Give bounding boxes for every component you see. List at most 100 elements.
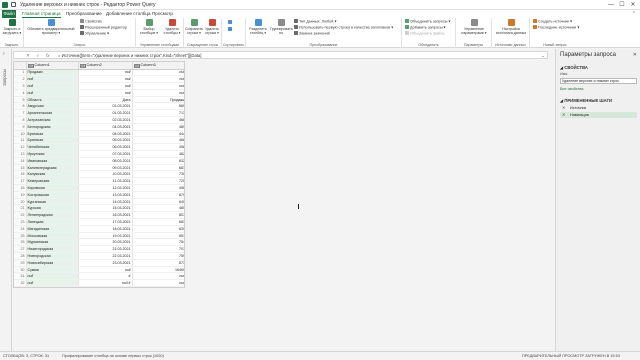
- cell-column3[interactable]: 707: [132, 245, 184, 254]
- query-name-input[interactable]: Удаление верхних и нижних строк: [560, 78, 637, 84]
- table-row[interactable]: 18 Кировская 12.03.2021 498: [14, 184, 184, 192]
- cell-column1[interactable]: Нижегородская: [26, 245, 79, 254]
- cell-column3[interactable]: null: [132, 69, 184, 77]
- cell-column1[interactable]: null: [26, 89, 79, 97]
- advanced-editor-button[interactable]: Расширенный редактор: [80, 25, 127, 30]
- cell-column1[interactable]: Курская: [26, 204, 79, 213]
- row-number[interactable]: 25: [14, 232, 27, 240]
- maximize-button[interactable]: ☐: [617, 1, 627, 9]
- table-corner[interactable]: [14, 62, 27, 70]
- cell-column1[interactable]: Новосибирская: [26, 259, 79, 267]
- cell-column2[interactable]: Дата: [78, 96, 133, 104]
- cell-column3[interactable]: 832: [132, 157, 184, 165]
- table-row[interactable]: 19 Костромская 13.03.2021 679: [14, 191, 184, 199]
- row-number[interactable]: 20: [14, 198, 27, 206]
- manage-parameters-button[interactable]: Управление параметрами ▾: [458, 19, 490, 35]
- table-row[interactable]: 15 Калининградская 09.03.2021 681: [14, 164, 184, 172]
- expand-formula-icon[interactable]: ⌄: [541, 53, 545, 59]
- cell-column2[interactable]: #: [78, 272, 133, 281]
- cell-column1[interactable]: null: [26, 272, 79, 281]
- delete-step-icon[interactable]: ✕: [562, 112, 565, 118]
- cell-column1[interactable]: Новгородская: [26, 252, 79, 260]
- cell-column2[interactable]: 22.03.2021: [78, 252, 133, 260]
- sort-descending-button[interactable]: [228, 27, 233, 32]
- row-number[interactable]: 6: [14, 102, 27, 111]
- split-column-button[interactable]: Разделить столбец ▾: [247, 19, 269, 35]
- table-row[interactable]: 3 null null null: [14, 82, 184, 90]
- column-header-1[interactable]: ABCColumn1: [26, 62, 79, 70]
- cell-column2[interactable]: 20.03.2021: [78, 238, 133, 247]
- formula-text[interactable]: = Источник{[Item="Удаление верхних и ниж…: [58, 53, 201, 58]
- row-number[interactable]: 5: [14, 96, 27, 104]
- delete-step-icon[interactable]: ✕: [562, 105, 565, 111]
- table-row[interactable]: 9 Белгородская 04.03.2021 489: [14, 123, 184, 131]
- cell-column1[interactable]: Амурская: [26, 102, 79, 111]
- step-source[interactable]: ✕ Источник: [560, 105, 637, 111]
- cell-column3[interactable]: 873: [132, 259, 184, 267]
- cell-column3[interactable]: 739: [132, 170, 184, 179]
- table-row[interactable]: 32 null null # null: [14, 279, 184, 287]
- cell-column2[interactable]: 19.03.2021: [78, 232, 133, 240]
- table-row[interactable]: 14 Ивановская 08.03.2021 832: [14, 157, 184, 165]
- cell-column2[interactable]: 05.03.2021: [78, 136, 133, 145]
- cell-column2[interactable]: null: [78, 82, 133, 90]
- cell-column3[interactable]: 669: [132, 102, 184, 111]
- row-number[interactable]: 16: [14, 170, 27, 179]
- manage-button[interactable]: Управление ▾: [80, 31, 109, 36]
- combine-files-button[interactable]: Объединить файлы: [405, 31, 445, 36]
- row-number[interactable]: 3: [14, 82, 27, 90]
- new-source-button[interactable]: Создать источник ▾: [533, 19, 572, 24]
- cell-column1[interactable]: Кировская: [26, 184, 79, 192]
- table-row[interactable]: 1 Продажи null null: [14, 69, 184, 77]
- cell-column1[interactable]: Астраханская: [26, 116, 79, 124]
- cell-column1[interactable]: Архангельская: [26, 109, 79, 118]
- table-row[interactable]: 8 Астраханская 02.03.2021 468: [14, 116, 184, 124]
- cancel-formula-icon[interactable]: ✕: [26, 53, 30, 59]
- cell-column2[interactable]: 23.03.2021: [78, 259, 133, 267]
- table-row[interactable]: 7 Архангельская 01.03.2021 713: [14, 109, 184, 118]
- row-number[interactable]: 9: [14, 123, 27, 131]
- cell-column3[interactable]: 725: [132, 177, 184, 186]
- cell-column1[interactable]: Брянская: [26, 136, 79, 145]
- cell-column2[interactable]: 18.03.2021: [78, 225, 133, 233]
- cell-column2[interactable]: 11.03.2021: [78, 177, 133, 186]
- cell-column1[interactable]: Продажи: [26, 69, 79, 77]
- close-window-button[interactable]: ✕: [628, 1, 638, 9]
- cell-column3[interactable]: 468: [132, 136, 184, 145]
- properties-heading[interactable]: ◢ СВОЙСТВА: [560, 65, 588, 70]
- row-number[interactable]: 4: [14, 89, 27, 97]
- properties-button[interactable]: Свойства: [80, 19, 102, 24]
- table-row[interactable]: 26 Мурманская 20.03.2021 754: [14, 238, 184, 247]
- cell-column3[interactable]: 851: [132, 232, 184, 240]
- cell-column3[interactable]: 649: [132, 198, 184, 206]
- row-number[interactable]: 28: [14, 252, 27, 260]
- table-row[interactable]: 11 Брянская 05.03.2021 468: [14, 136, 184, 145]
- cell-column2[interactable]: 14.03.2021: [78, 198, 133, 206]
- row-number[interactable]: 29: [14, 259, 27, 267]
- cell-column2[interactable]: null: [78, 69, 133, 77]
- cell-column3[interactable]: 489: [132, 123, 184, 131]
- cell-column1[interactable]: Ивановская: [26, 157, 79, 165]
- table-row[interactable]: 5 Область Дата Продажи: [14, 96, 184, 104]
- cell-column1[interactable]: Курганская: [26, 198, 79, 206]
- type-badge-icon[interactable]: ABC: [133, 63, 140, 68]
- choose-columns-button[interactable]: Выбор столбцов ▾: [138, 19, 160, 35]
- cell-column1[interactable]: Московская: [26, 232, 79, 240]
- cell-column2[interactable]: 15.03.2021: [78, 204, 133, 213]
- row-number[interactable]: 30: [14, 266, 27, 274]
- cell-column2[interactable]: 12.03.2021: [78, 184, 133, 192]
- cell-column3[interactable]: 754: [132, 238, 184, 247]
- row-number[interactable]: 23: [14, 218, 27, 226]
- cell-column3[interactable]: null: [132, 279, 184, 287]
- cell-column3[interactable]: 713: [132, 109, 184, 118]
- expand-queries-icon[interactable]: ›: [3, 51, 5, 57]
- table-row[interactable]: 4 null null null: [14, 89, 184, 97]
- cell-column2[interactable]: null: [78, 89, 133, 97]
- cell-column3[interactable]: 498: [132, 143, 184, 152]
- cell-column1[interactable]: Кемеровская: [26, 177, 79, 186]
- cell-column2[interactable]: 08.03.2021: [78, 157, 133, 165]
- row-number[interactable]: 24: [14, 225, 27, 233]
- tab-file[interactable]: Файл: [2, 10, 16, 18]
- row-number[interactable]: 22: [14, 211, 27, 220]
- use-first-row-button[interactable]: Использовать первую строку в качестве за…: [294, 25, 393, 30]
